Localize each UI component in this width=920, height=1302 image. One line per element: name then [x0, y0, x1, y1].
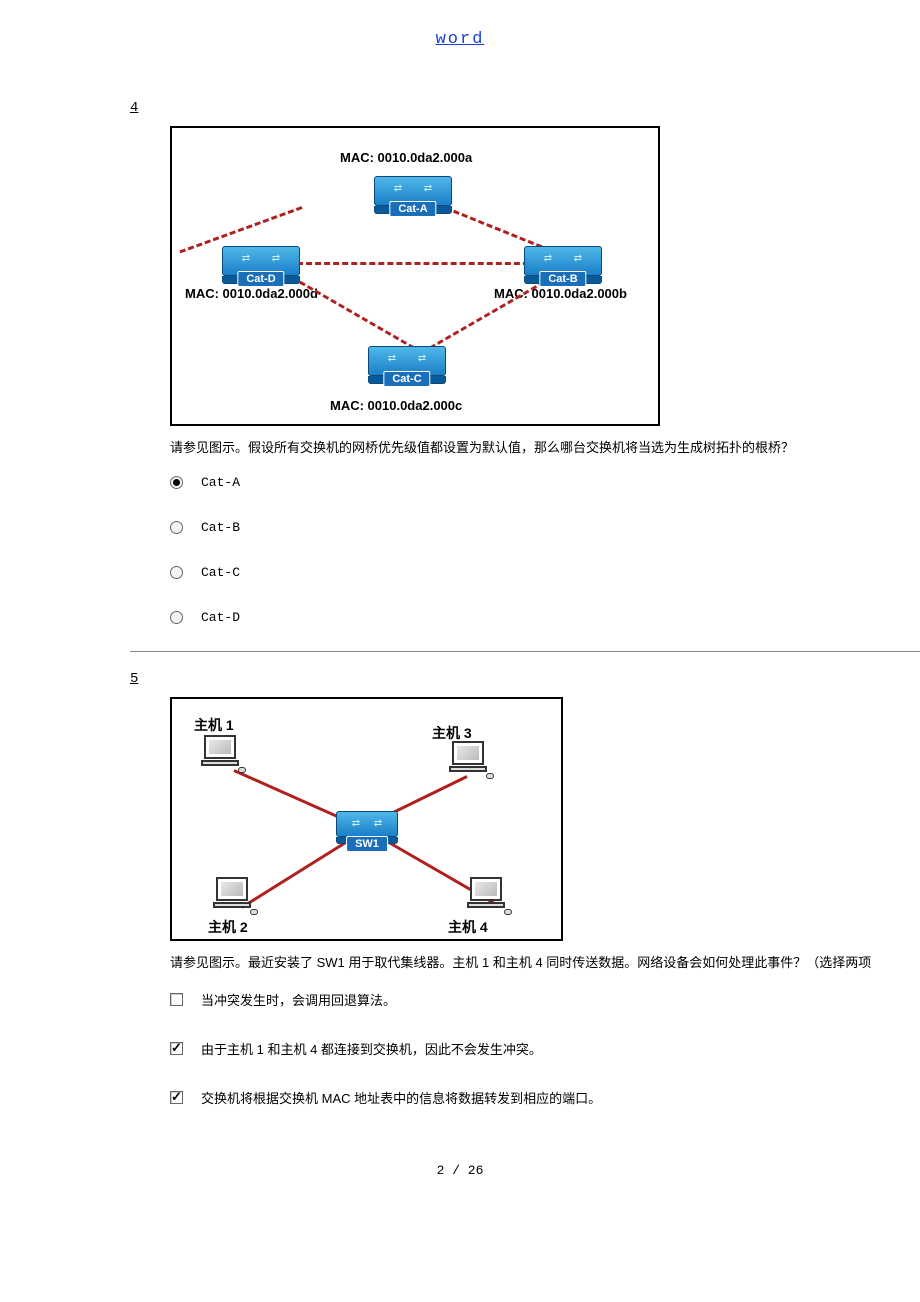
switch-label: Cat-D: [237, 271, 284, 287]
header-word-link[interactable]: word: [0, 30, 920, 49]
mac-label-bottom: MAC: 0010.0da2.000c: [330, 398, 462, 413]
mac-label-top: MAC: 0010.0da2.000a: [340, 150, 472, 165]
figure-q4: MAC: 0010.0da2.000a MAC: 0010.0da2.000b …: [170, 126, 660, 426]
question-number-4[interactable]: 4: [130, 100, 138, 116]
page-footer: 2 / 26: [0, 1163, 920, 1178]
mac-label-left: MAC: 0010.0da2.000d: [185, 286, 318, 301]
host-label-1: 主机 1: [194, 715, 234, 735]
option-label: Cat-C: [201, 565, 240, 580]
switch-label: SW1: [346, 836, 388, 852]
options-q5: 当冲突发生时，会调用回退算法。 由于主机 1 和主机 4 都连接到交换机，因此不…: [170, 984, 920, 1113]
option-label: Cat-D: [201, 610, 240, 625]
checkbox-icon[interactable]: [170, 993, 183, 1006]
question-text-5: 请参见图示。最近安装了 SW1 用于取代集线器。主机 1 和主机 4 同时传送数…: [170, 953, 920, 974]
option-row[interactable]: Cat-A: [170, 469, 920, 496]
pc-icon: [200, 735, 240, 773]
radio-icon[interactable]: [170, 566, 183, 579]
figure-q5: 主机 1 主机 3 主机 2 主机 4 ⇄⇄: [170, 697, 563, 941]
question-text-4: 请参见图示。假设所有交换机的网桥优先级值都设置为默认值，那么哪台交换机将当选为生…: [170, 438, 920, 459]
pc-icon: [212, 877, 252, 915]
radio-icon[interactable]: [170, 521, 183, 534]
host-label-3: 主机 3: [432, 723, 472, 743]
option-row[interactable]: 由于主机 1 和主机 4 都连接到交换机，因此不会发生冲突。: [170, 1033, 920, 1064]
host-label-2: 主机 2: [208, 917, 248, 937]
option-label: 交换机将根据交换机 MAC 地址表中的信息将数据转发到相应的端口。: [201, 1088, 601, 1107]
radio-icon[interactable]: [170, 611, 183, 624]
switch-sw1: ⇄⇄ SW1: [336, 811, 398, 849]
question-4: 4 MAC: 0010.0da2.000a MAC: 0010.0da2.000…: [0, 99, 920, 631]
switch-cat-b: ⇄⇄ Cat-B: [524, 246, 602, 284]
option-row[interactable]: 当冲突发生时，会调用回退算法。: [170, 984, 920, 1015]
checkbox-checked-icon[interactable]: [170, 1042, 183, 1055]
option-label: 由于主机 1 和主机 4 都连接到交换机，因此不会发生冲突。: [201, 1039, 542, 1058]
radio-checked-icon[interactable]: [170, 476, 183, 489]
page: word 4 MAC: 0010.0da2.000a MAC: 0010.0da…: [0, 0, 920, 1208]
option-label: Cat-A: [201, 475, 240, 490]
separator: [130, 651, 920, 652]
switch-cat-a: ⇄⇄ Cat-A: [374, 176, 452, 214]
option-row[interactable]: Cat-B: [170, 514, 920, 541]
switch-cat-c: ⇄⇄ Cat-C: [368, 346, 446, 384]
pc-icon: [448, 741, 488, 779]
switch-label: Cat-C: [383, 371, 430, 387]
link-line: [421, 276, 552, 354]
option-row[interactable]: Cat-D: [170, 604, 920, 631]
option-row[interactable]: 交换机将根据交换机 MAC 地址表中的信息将数据转发到相应的端口。: [170, 1082, 920, 1113]
option-label: 当冲突发生时，会调用回退算法。: [201, 990, 396, 1009]
question-number-5[interactable]: 5: [130, 671, 138, 687]
switch-label: Cat-B: [539, 271, 586, 287]
link-line: [297, 262, 547, 265]
pc-icon: [466, 877, 506, 915]
switch-label: Cat-A: [389, 201, 436, 217]
host-label-4: 主机 4: [448, 917, 488, 937]
question-5: 5 主机 1 主机 3 主机 2 主机 4: [0, 670, 920, 1113]
options-q4: Cat-A Cat-B Cat-C Cat-D: [170, 469, 920, 631]
switch-cat-d: ⇄⇄ Cat-D: [222, 246, 300, 284]
option-label: Cat-B: [201, 520, 240, 535]
link-line: [291, 276, 422, 354]
checkbox-checked-icon[interactable]: [170, 1091, 183, 1104]
option-row[interactable]: Cat-C: [170, 559, 920, 586]
